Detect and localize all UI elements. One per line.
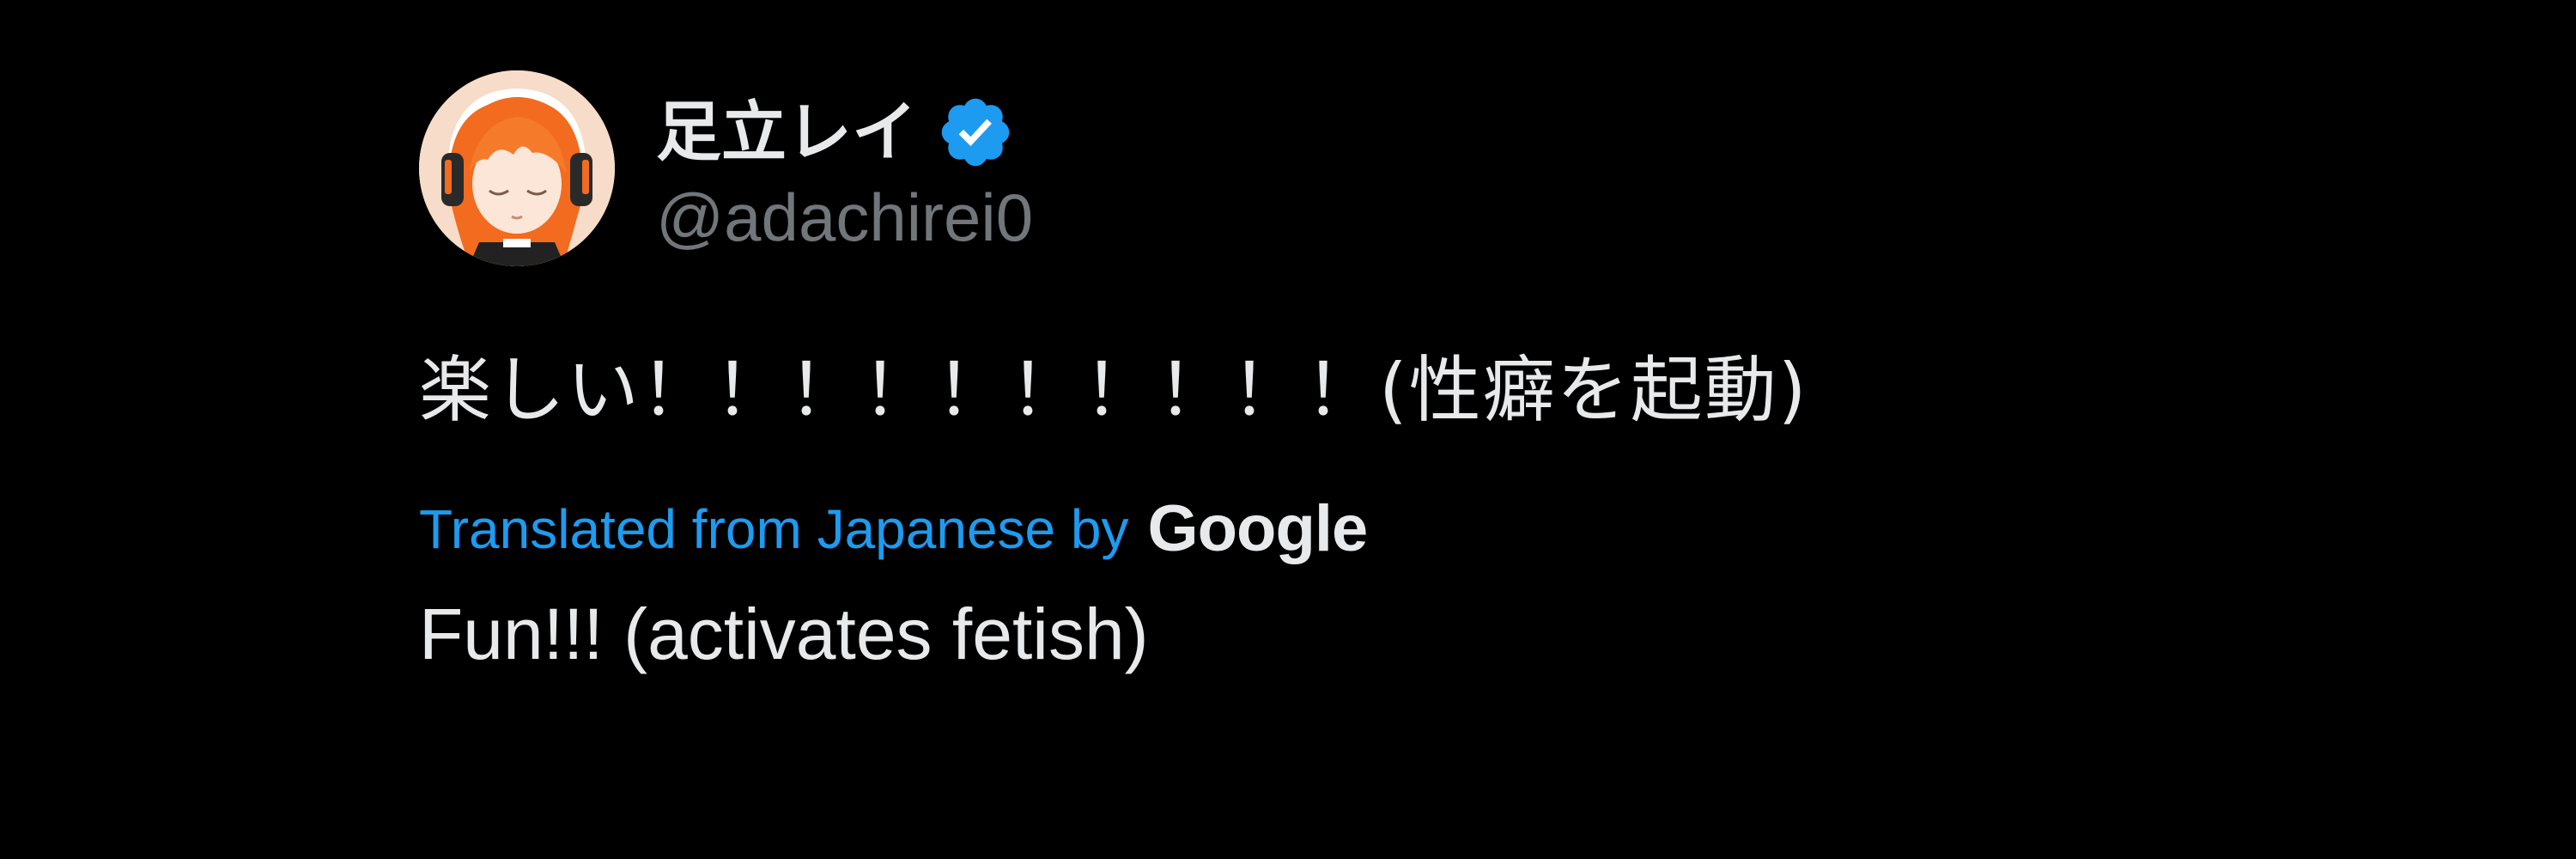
translated-from-link[interactable]: Translated from Japanese by	[419, 497, 1129, 561]
display-name[interactable]: 足立レイ	[656, 100, 917, 165]
author-handle[interactable]: @adachirei0	[656, 184, 1033, 251]
author-info: 足立レイ @adachirei0	[656, 86, 1033, 251]
google-logo: Google	[1147, 492, 1369, 565]
name-row: 足立レイ	[656, 86, 1033, 179]
tweet-text: 楽しい！！！！！！！！！！(性癖を起動)	[419, 348, 1808, 432]
tweet-header: 足立レイ @adachirei0	[419, 69, 2136, 268]
tweet: 足立レイ @adachirei0 楽しい！！！！！！！！！！(性癖を起動) Tr…	[419, 69, 2136, 670]
translated-text: Fun!!! (activates fetish)	[419, 594, 1149, 674]
verified-badge-icon[interactable]	[936, 93, 1015, 172]
translation-attribution: Translated from Japanese by Google	[419, 486, 2136, 572]
avatar[interactable]	[419, 70, 615, 266]
avatar-image	[419, 70, 615, 266]
